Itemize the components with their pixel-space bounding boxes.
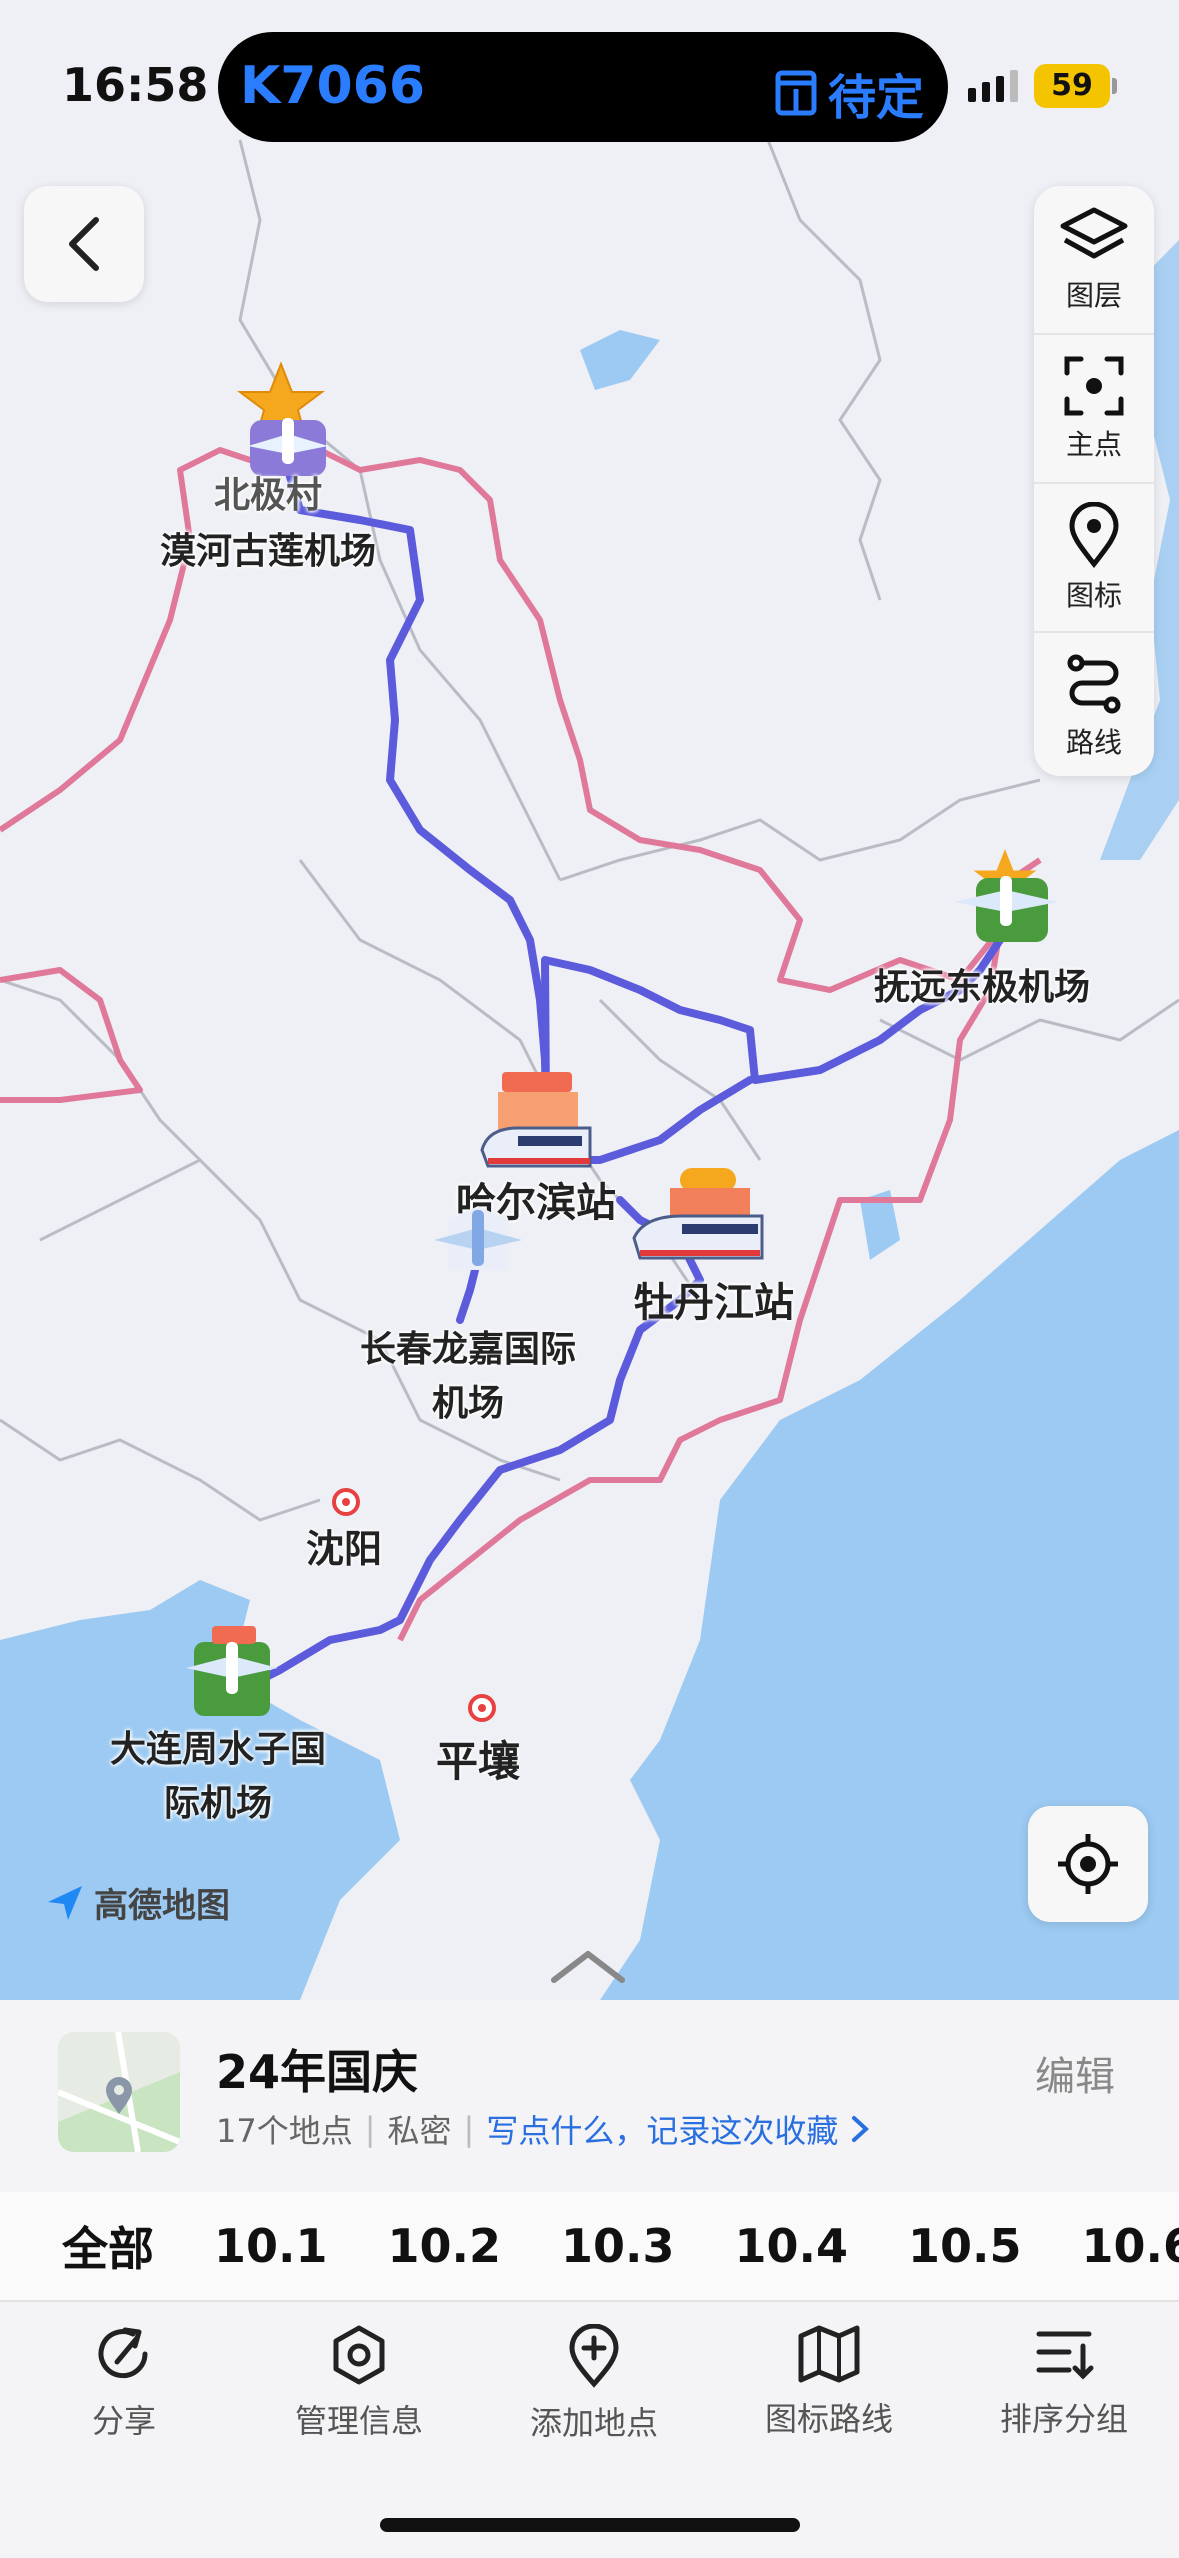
manage-label: 管理信息 (295, 2396, 423, 2442)
battery-cap (1112, 78, 1117, 94)
map-route-label: 图标路线 (765, 2394, 893, 2440)
gate-icon (774, 69, 818, 117)
share-label: 分享 (92, 2396, 156, 2442)
tab-10-3[interactable]: 10.3 (561, 2219, 675, 2273)
place-label-mudanjiang: 牡丹江站 (634, 1270, 794, 1328)
route-label: 路线 (1066, 721, 1122, 761)
tab-all[interactable]: 全部 (62, 2213, 154, 2279)
place-label-fuyuan: 抚远东极机场 (874, 958, 1090, 1010)
icon-button[interactable]: 图标 (1034, 484, 1154, 633)
station-marker[interactable] (630, 1162, 766, 1278)
map-pin-icon (1066, 502, 1122, 568)
border-north (0, 440, 1040, 990)
focus-label: 主点 (1066, 423, 1122, 463)
chevron-left-icon (60, 214, 108, 274)
cellular-signal-icon (968, 70, 1018, 102)
place-label-mohe: 北极村 漠河古莲机场 (160, 466, 376, 574)
back-button[interactable] (24, 186, 144, 302)
city-marker-shenyang (330, 1486, 362, 1522)
sort-group-button[interactable]: 排序分组 (964, 2324, 1164, 2440)
note-link[interactable]: 写点什么，记录这次收藏 (486, 2106, 838, 2152)
privacy-label: 私密 (388, 2106, 452, 2152)
crosshair-icon (1056, 1832, 1120, 1896)
share-icon (93, 2324, 155, 2386)
place-count: 17个地点 (216, 2106, 353, 2152)
city-label-shenyang: 沈阳 (306, 1518, 382, 1573)
station-marker[interactable] (478, 1066, 596, 1182)
route-button[interactable]: 路线 (1034, 633, 1154, 780)
amap-logo-icon (44, 1882, 86, 1924)
city-marker-pyongyang (466, 1692, 498, 1728)
collection-card[interactable]: 24年国庆 17个地点 | 私密 | 写点什么，记录这次收藏 编辑 (0, 2000, 1179, 2192)
locate-button[interactable] (1028, 1806, 1148, 1922)
map-route-button[interactable]: 图标路线 (729, 2324, 929, 2440)
manage-button[interactable]: 管理信息 (259, 2324, 459, 2442)
airport-marker[interactable] (430, 1200, 526, 1290)
map-view[interactable]: 沈阳 平壤 北极村 漠河古莲机场 抚远东极机场 哈尔滨站 牡丹江站 长春龙嘉国际… (0, 0, 1179, 2000)
home-indicator (380, 2518, 800, 2532)
city-label-pyongyang: 平壤 (436, 1728, 520, 1789)
sort-group-label: 排序分组 (1000, 2394, 1128, 2440)
sort-icon (1033, 2324, 1095, 2384)
focus-button[interactable]: 主点 (1034, 335, 1154, 484)
layers-icon (1059, 206, 1129, 268)
route-icon (1064, 653, 1124, 715)
edit-button[interactable]: 编辑 (1035, 2044, 1115, 2102)
add-location-icon (566, 2324, 622, 2388)
train-number: K7066 (240, 56, 425, 116)
airport-marker[interactable] (950, 868, 1060, 952)
gate-status-text: 待定 (828, 58, 924, 128)
lake (580, 330, 660, 390)
tab-10-4[interactable]: 10.4 (735, 2219, 849, 2273)
status-time: 16:58 (62, 58, 208, 112)
collection-title: 24年国庆 (216, 2036, 418, 2102)
tab-10-2[interactable]: 10.2 (388, 2219, 502, 2273)
sheet-chevron-up-icon[interactable] (548, 1946, 628, 1990)
airport-marker[interactable] (182, 1622, 282, 1726)
place-label-dalian: 大连周水子国 际机场 (110, 1720, 326, 1826)
live-activity[interactable]: K7066 待定 (218, 32, 948, 142)
date-tabs: 全部 10.1 10.2 10.3 10.4 10.5 10.6 (0, 2192, 1179, 2300)
meta-divider: | (464, 2110, 475, 2148)
gate-status: 待定 (774, 58, 924, 128)
collection-meta: 17个地点 | 私密 | 写点什么，记录这次收藏 (216, 2106, 872, 2152)
place-label-changchun: 长春龙嘉国际 机场 (360, 1320, 576, 1426)
add-location-button[interactable]: 添加地点 (494, 2324, 694, 2444)
manage-icon (328, 2324, 390, 2386)
add-location-label: 添加地点 (530, 2398, 658, 2444)
tab-10-5[interactable]: 10.5 (908, 2219, 1022, 2273)
layers-button[interactable]: 图层 (1034, 186, 1154, 335)
layers-label: 图层 (1066, 274, 1122, 314)
map-tools-panel: 图层 主点 图标 路线 (1034, 186, 1154, 776)
chevron-right-icon (850, 2114, 872, 2144)
amap-logo: 高德地图 (44, 1878, 230, 1927)
tab-10-1[interactable]: 10.1 (214, 2219, 328, 2273)
border-west (0, 970, 140, 1100)
amap-logo-text: 高德地图 (94, 1878, 230, 1927)
map-route-icon (797, 2324, 861, 2384)
icon-label: 图标 (1066, 574, 1122, 614)
meta-divider: | (365, 2110, 376, 2148)
tab-10-6[interactable]: 10.6 (1082, 2219, 1179, 2273)
focus-icon (1063, 355, 1125, 417)
collection-thumbnail (58, 2032, 180, 2152)
share-button[interactable]: 分享 (24, 2324, 224, 2442)
battery-icon: 59 (1034, 64, 1110, 108)
